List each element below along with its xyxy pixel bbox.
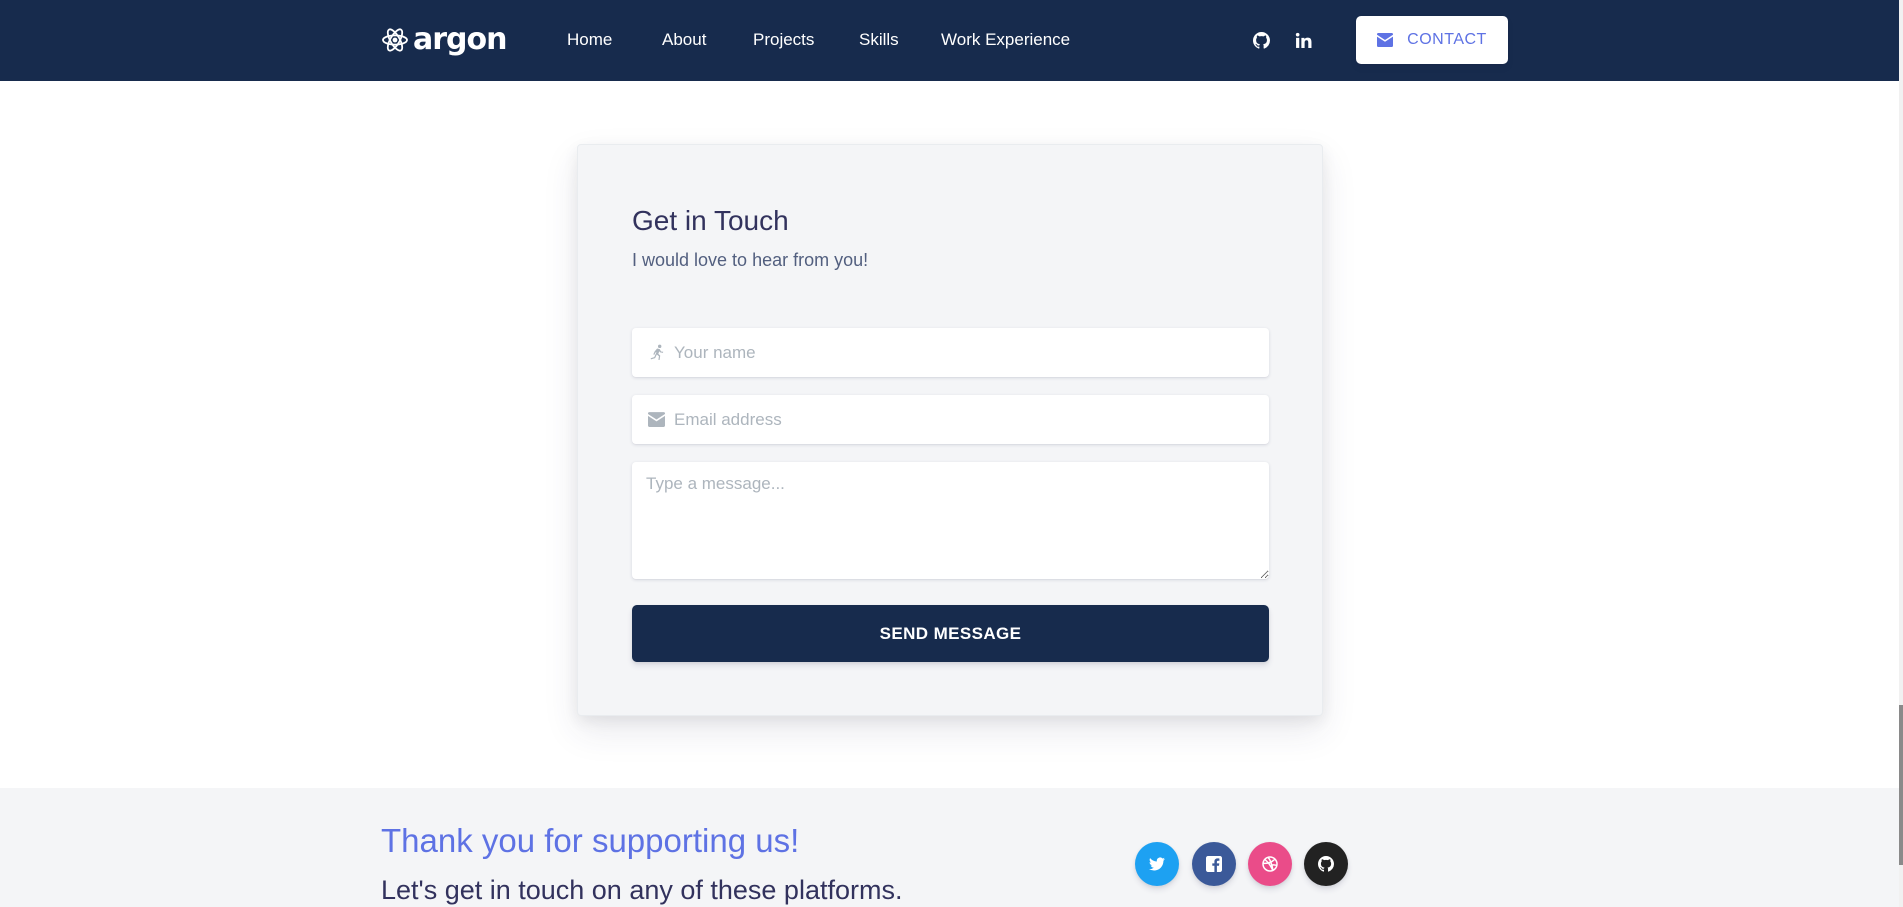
contact-subtitle: I would love to hear from you! (632, 250, 869, 270)
envelope-icon (647, 412, 665, 427)
email-input-group (632, 395, 1269, 444)
nav-link-skills[interactable]: Skills (859, 29, 899, 51)
send-message-button[interactable]: SEND MESSAGE (632, 605, 1269, 662)
footer-title: Thank you for supporting us! (381, 822, 800, 859)
atom-icon (382, 28, 408, 52)
user-run-icon (650, 344, 663, 360)
nav-link-work-experience[interactable]: Work Experience (941, 29, 1070, 51)
page-scrollbar[interactable] (1899, 0, 1903, 907)
name-input-group (632, 328, 1269, 377)
footer: Thank you for supporting us! Let's get i… (0, 788, 1903, 907)
nav-link-projects[interactable]: Projects (753, 29, 814, 51)
twitter-button[interactable] (1135, 842, 1179, 886)
facebook-icon (1206, 856, 1222, 872)
contact-button[interactable]: CONTACT (1356, 16, 1508, 64)
nav-link-home[interactable]: Home (567, 29, 612, 51)
github-icon (1318, 856, 1334, 872)
github-icon (1252, 31, 1270, 49)
footer-subtitle: Let's get in touch on any of these platf… (381, 875, 903, 905)
email-input[interactable] (674, 395, 1269, 444)
linkedin-icon (1295, 32, 1311, 48)
twitter-icon (1149, 857, 1165, 871)
contact-card: Get in Touch I would love to hear from y… (577, 144, 1323, 716)
footer-github-button[interactable] (1304, 842, 1348, 886)
scrollbar-thumb[interactable] (1899, 705, 1903, 865)
navbar: argon Home About Projects Skills Work Ex… (0, 0, 1903, 81)
nav-link-about[interactable]: About (662, 29, 706, 51)
contact-title: Get in Touch (632, 205, 789, 236)
brand-name: argon (413, 22, 507, 57)
dribbble-icon (1262, 856, 1278, 872)
contact-button-label: CONTACT (1407, 31, 1487, 48)
dribbble-button[interactable] (1248, 842, 1292, 886)
brand-logo[interactable]: argon (381, 22, 507, 58)
nav-linkedin-link[interactable] (1293, 30, 1313, 50)
message-textarea[interactable] (632, 462, 1269, 579)
page: argon Home About Projects Skills Work Ex… (0, 0, 1903, 907)
facebook-button[interactable] (1192, 842, 1236, 886)
envelope-icon (1377, 33, 1394, 47)
name-input[interactable] (674, 328, 1269, 377)
nav-github-link[interactable] (1251, 30, 1271, 50)
